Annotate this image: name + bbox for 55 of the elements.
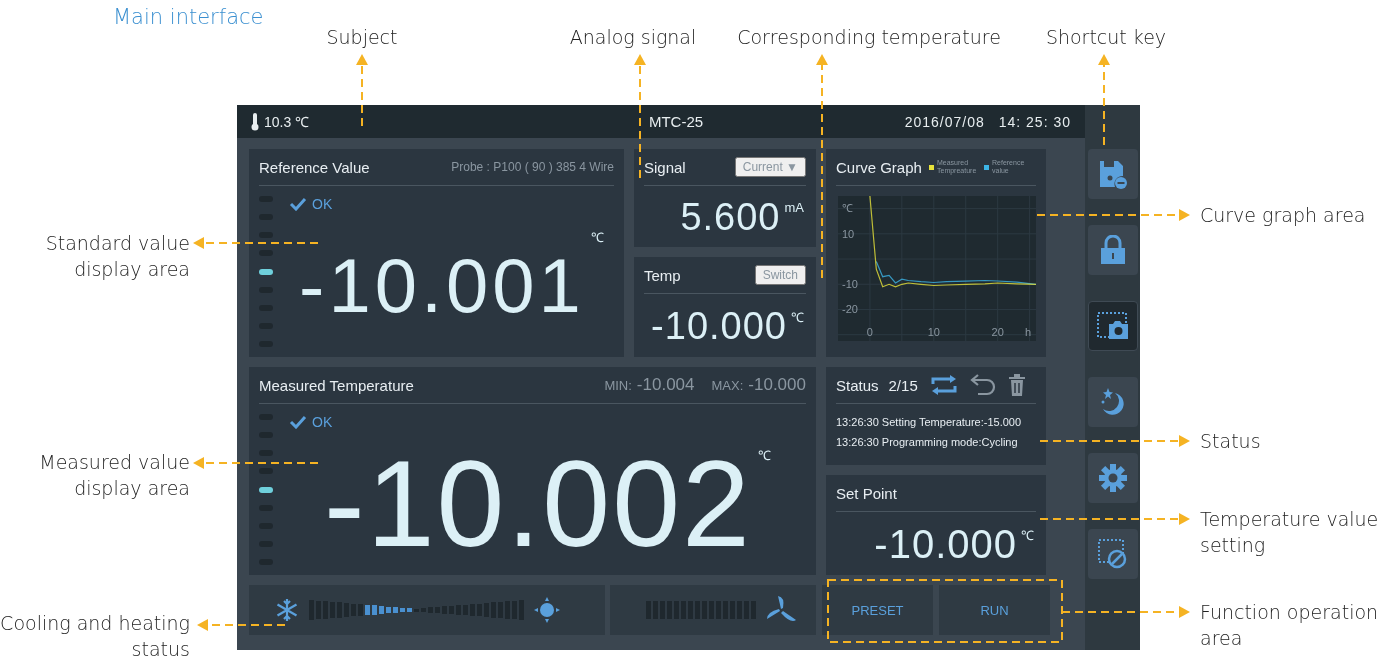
function-button[interactable]: RUN xyxy=(939,585,1050,635)
signal-mode-dropdown[interactable]: Current ▼ xyxy=(734,157,806,177)
status-message: 13:26:30 Programming mode:Cycling xyxy=(836,436,1019,448)
set-point-value[interactable]: -10.000 xyxy=(874,523,1017,564)
temperature-reading: -10.001 xyxy=(299,247,585,324)
callout-label: Shortcut key xyxy=(1045,25,1167,50)
time-text: 14: 25: 30 xyxy=(998,113,1071,130)
unit-label: mA xyxy=(784,200,804,215)
panel-title: Signal xyxy=(644,158,686,176)
callout-label: Curve graph area xyxy=(1200,203,1367,228)
callout-label: Measured value display area xyxy=(38,450,190,501)
callout-label: Status xyxy=(1200,429,1262,454)
unit-label: ℃ xyxy=(590,229,604,246)
axis-unit-label: h xyxy=(1024,326,1032,338)
reading-value: 5.600 xyxy=(680,197,781,236)
axis-tick-label: 10 xyxy=(927,326,940,338)
probe-info: Probe : P100 ( 90 ) 385 4 Wire xyxy=(451,160,614,174)
panel-title: Measured Temperature xyxy=(259,376,414,394)
ok-status: OK xyxy=(312,414,333,430)
callout-label: Function operation area xyxy=(1200,600,1380,651)
switch-link[interactable]: Switch xyxy=(754,265,806,285)
panel-title: Temp xyxy=(644,266,681,284)
panel-title: Set Point xyxy=(836,484,897,502)
panel-title: Curve Graph xyxy=(836,158,922,176)
unit-label: ℃ xyxy=(757,447,771,464)
temperature-reading: -10.002 xyxy=(324,442,752,565)
min-value: -10.004 xyxy=(636,375,695,395)
panel-title: Reference Value xyxy=(259,158,370,176)
axis-tick-label: 0 xyxy=(866,326,873,338)
callout-label: Standard value display area xyxy=(44,231,190,282)
reading-value: -10.000 xyxy=(651,306,787,345)
page-title: Main interface xyxy=(113,5,264,29)
axis-tick-label: -20 xyxy=(842,303,858,316)
device-model: MTC-25 xyxy=(647,113,705,130)
date-text: 2016/07/08 xyxy=(904,113,985,130)
callout-label: Corresponding temperature xyxy=(737,25,1001,50)
axis-tick-label: 10 xyxy=(842,227,855,240)
callout-label: Cooling and heating status xyxy=(0,611,190,662)
max-value: -10.000 xyxy=(748,375,806,395)
ok-status: OK xyxy=(312,196,333,212)
unit-label: ℃ xyxy=(791,309,804,326)
callout-label: Analog signal xyxy=(569,25,697,50)
status-message: 13:26:30 Setting Temperature:-15.000 xyxy=(836,416,1023,428)
panel-title: Status xyxy=(836,376,879,394)
status-count: 2/15 xyxy=(888,376,918,394)
min-label: MIN: xyxy=(604,378,632,393)
axis-unit-label: ℃ xyxy=(842,202,853,214)
axis-tick-label: -10 xyxy=(842,278,858,291)
unit-label: ℃ xyxy=(1021,527,1034,544)
ambient-temperature: 10.3 ℃ xyxy=(264,113,310,131)
max-label: MAX: xyxy=(711,378,744,393)
callout-label: Temperature value setting xyxy=(1200,507,1380,558)
axis-tick-label: 20 xyxy=(991,326,1004,338)
function-button[interactable]: PRESET xyxy=(822,585,933,635)
callout-label: Subject xyxy=(326,25,398,50)
